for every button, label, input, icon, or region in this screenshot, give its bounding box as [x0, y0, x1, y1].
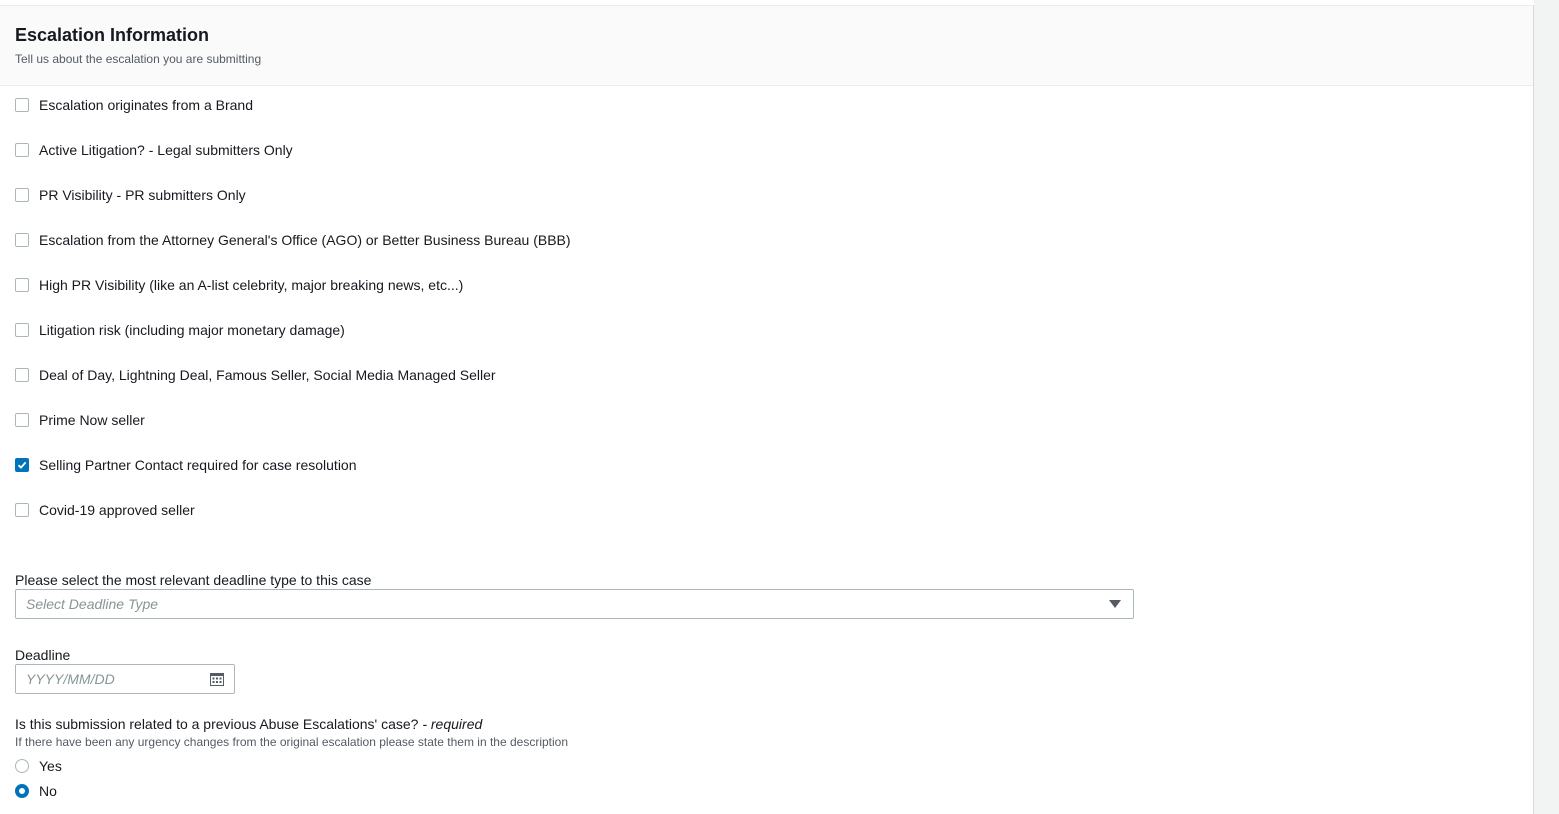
checkbox-row[interactable]: Deal of Day, Lightning Deal, Famous Sell…: [15, 365, 496, 385]
checkbox-label: Selling Partner Contact required for cas…: [39, 457, 357, 473]
checkbox-row[interactable]: Covid-19 approved seller: [15, 500, 195, 520]
checkbox-row[interactable]: Selling Partner Contact required for cas…: [15, 455, 357, 475]
checkbox-label: Litigation risk (including major monetar…: [39, 322, 345, 338]
checkbox-row[interactable]: Active Litigation? - Legal submitters On…: [15, 140, 293, 160]
checkbox[interactable]: [15, 188, 29, 202]
checkbox-label: Deal of Day, Lightning Deal, Famous Sell…: [39, 367, 496, 383]
checkbox[interactable]: [15, 98, 29, 112]
section-title: Escalation Information: [15, 25, 210, 45]
radio-option-yes[interactable]: Yes: [15, 756, 62, 776]
previous-case-hint: If there have been any urgency changes f…: [15, 735, 569, 749]
radio-option-no[interactable]: No: [15, 781, 57, 801]
checkbox-label: Prime Now seller: [39, 412, 145, 428]
deadline-date-field: [15, 664, 235, 694]
page: Escalation Information Tell us about the…: [0, 0, 1559, 814]
caret-down-icon: [1109, 600, 1121, 608]
checkbox-label: Covid-19 approved seller: [39, 502, 195, 518]
previous-case-question-text: Is this submission related to a previous…: [15, 716, 419, 732]
checkbox[interactable]: [15, 143, 29, 157]
deadline-type-placeholder: Select Deadline Type: [26, 596, 159, 612]
deadline-label: Deadline: [15, 647, 71, 663]
radio-button[interactable]: [15, 759, 29, 773]
checkbox[interactable]: [15, 233, 29, 247]
checkbox-label: Active Litigation? - Legal submitters On…: [39, 142, 293, 158]
checkbox-row[interactable]: Escalation from the Attorney General's O…: [15, 230, 571, 250]
section-header: Escalation Information Tell us about the…: [0, 6, 1533, 86]
checkbox-row[interactable]: PR Visibility - PR submitters Only: [15, 185, 246, 205]
radio-label: Yes: [39, 758, 62, 774]
checkbox[interactable]: [15, 323, 29, 337]
calendar-icon[interactable]: [210, 672, 224, 686]
radio-label: No: [39, 783, 57, 799]
checkbox-row[interactable]: Prime Now seller: [15, 410, 145, 430]
checkbox[interactable]: [15, 368, 29, 382]
checkbox-label: High PR Visibility (like an A-list celeb…: [39, 277, 464, 293]
checkbox[interactable]: [15, 278, 29, 292]
checkbox[interactable]: [15, 413, 29, 427]
previous-case-question: Is this submission related to a previous…: [15, 716, 482, 732]
checkbox-label: Escalation from the Attorney General's O…: [39, 232, 571, 248]
checkbox-label: Escalation originates from a Brand: [39, 97, 253, 113]
checkbox-row[interactable]: Escalation originates from a Brand: [15, 95, 253, 115]
scrollbar-track[interactable]: [1534, 0, 1559, 814]
checkbox-row[interactable]: Litigation risk (including major monetar…: [15, 320, 345, 340]
checkmark-icon: [17, 461, 27, 469]
deadline-input[interactable]: [26, 671, 196, 687]
checkbox-row[interactable]: High PR Visibility (like an A-list celeb…: [15, 275, 463, 295]
radio-button[interactable]: [15, 784, 29, 798]
checkbox[interactable]: [15, 503, 29, 517]
deadline-type-select[interactable]: Select Deadline Type: [15, 589, 1134, 619]
section-subtitle: Tell us about the escalation you are sub…: [15, 52, 262, 66]
deadline-type-label: Please select the most relevant deadline…: [15, 572, 372, 588]
checkbox-label: PR Visibility - PR submitters Only: [39, 187, 246, 203]
checkbox[interactable]: [15, 458, 29, 472]
required-marker: - required: [422, 716, 483, 732]
